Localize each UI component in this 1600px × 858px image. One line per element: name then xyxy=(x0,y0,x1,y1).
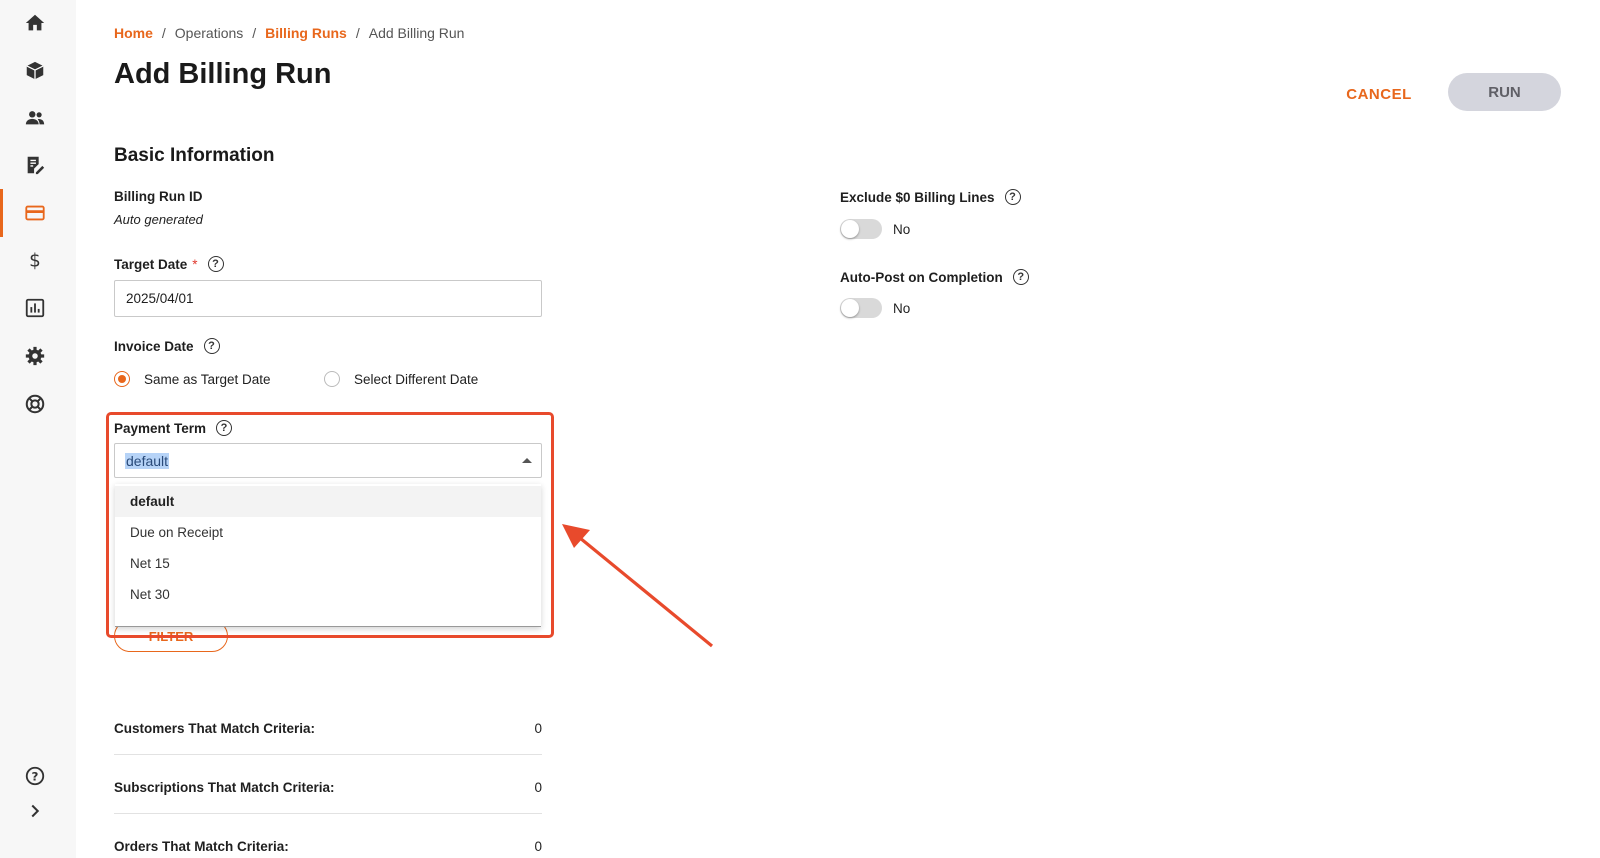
sidebar-item-expand[interactable] xyxy=(0,791,70,831)
stat-label: Subscriptions That Match Criteria: xyxy=(114,779,335,795)
divider xyxy=(114,754,542,755)
breadcrumb-operations: Operations xyxy=(174,25,244,41)
target-date-label: Target Date * ? xyxy=(114,256,224,272)
help-icon[interactable]: ? xyxy=(1004,189,1021,205)
auto-post-label-text: Auto-Post on Completion xyxy=(840,269,1003,285)
payment-term-label-text: Payment Term xyxy=(114,420,207,436)
run-button[interactable]: RUN xyxy=(1448,73,1561,111)
sidebar: $ ? xyxy=(0,0,76,858)
home-icon xyxy=(25,14,45,31)
cancel-button[interactable]: CANCEL xyxy=(1334,76,1424,112)
stat-row-orders: Orders That Match Criteria: 0 xyxy=(114,827,542,858)
stat-value: 0 xyxy=(534,779,542,795)
auto-post-label: Auto-Post on Completion ? xyxy=(840,269,1029,285)
sidebar-item-products[interactable] xyxy=(0,51,70,91)
divider xyxy=(114,813,542,814)
breadcrumb-billing-runs[interactable]: Billing Runs xyxy=(265,25,347,41)
invoice-date-label-text: Invoice Date xyxy=(114,338,194,354)
radio-select-different-date[interactable]: Select Different Date xyxy=(324,371,478,387)
exclude-zero-billing-lines-label: Exclude $0 Billing Lines ? xyxy=(840,189,1021,205)
billing-run-id-label: Billing Run ID xyxy=(114,189,203,204)
sidebar-item-settings[interactable] xyxy=(0,336,70,376)
lifebuoy-icon xyxy=(25,394,45,414)
caret-up-icon xyxy=(522,458,532,463)
payment-term-selected-value: default xyxy=(125,452,170,469)
svg-text:$: $ xyxy=(29,250,41,271)
radio-same-as-target-date[interactable]: Same as Target Date xyxy=(114,371,271,387)
breadcrumb-separator: / xyxy=(355,25,360,41)
billing-run-id-label-text: Billing Run ID xyxy=(114,189,203,204)
dropdown-option[interactable]: Due on Receipt xyxy=(115,517,541,548)
invoice-date-label: Invoice Date ? xyxy=(114,338,220,354)
section-title-basic-information: Basic Information xyxy=(114,145,275,166)
annotation-arrow-icon xyxy=(562,524,714,648)
breadcrumb-separator: / xyxy=(252,25,257,41)
help-icon[interactable]: ? xyxy=(207,256,224,272)
breadcrumb-current: Add Billing Run xyxy=(368,25,465,41)
radio-label: Select Different Date xyxy=(354,371,479,387)
dropdown-option[interactable]: default xyxy=(115,486,541,517)
radio-selected-icon[interactable] xyxy=(114,371,130,387)
sidebar-item-billing[interactable] xyxy=(0,189,70,237)
bar-chart-icon xyxy=(25,298,45,318)
cube-icon xyxy=(26,61,44,80)
sidebar-item-home[interactable] xyxy=(0,3,70,43)
chevron-right-icon xyxy=(31,804,40,818)
stat-row-customers: Customers That Match Criteria: 0 xyxy=(114,709,542,747)
target-date-input[interactable]: 2025/04/01 xyxy=(114,280,542,317)
exclude-zero-toggle-value: No xyxy=(893,222,911,237)
dropdown-option[interactable]: Net 30 xyxy=(115,579,541,610)
payment-term-dropdown: default Due on Receipt Net 15 Net 30 xyxy=(115,484,541,627)
dollar-icon: $ xyxy=(29,250,41,271)
sidebar-item-help[interactable]: ? xyxy=(0,756,70,796)
gear-icon xyxy=(25,346,45,366)
users-icon xyxy=(25,111,45,125)
page-title: Add Billing Run xyxy=(114,58,332,90)
billing-run-id-value: Auto generated xyxy=(114,212,203,227)
radio-unselected-icon[interactable] xyxy=(324,371,340,387)
help-icon[interactable]: ? xyxy=(1012,269,1029,285)
stat-value: 0 xyxy=(534,720,542,736)
breadcrumb-separator: / xyxy=(161,25,166,41)
auto-post-toggle[interactable] xyxy=(840,298,882,318)
sidebar-item-reports[interactable] xyxy=(0,288,70,328)
stat-row-subscriptions: Subscriptions That Match Criteria: 0 xyxy=(114,768,542,806)
sidebar-item-support[interactable] xyxy=(0,384,70,424)
stat-label: Customers That Match Criteria: xyxy=(114,720,316,736)
breadcrumb-home[interactable]: Home xyxy=(114,25,153,41)
exclude-zero-toggle[interactable] xyxy=(840,219,882,239)
sidebar-item-invoices[interactable] xyxy=(0,145,70,185)
breadcrumb: Home / Operations / Billing Runs / Add B… xyxy=(114,25,464,41)
radio-label: Same as Target Date xyxy=(144,371,271,387)
dropdown-option[interactable]: Net 15 xyxy=(115,548,541,579)
stat-label: Orders That Match Criteria: xyxy=(114,838,289,854)
payment-term-label: Payment Term ? xyxy=(114,420,233,436)
sidebar-item-payments[interactable]: $ xyxy=(0,240,70,280)
help-icon: ? xyxy=(25,766,45,786)
credit-card-icon xyxy=(25,205,45,221)
stat-value: 0 xyxy=(534,838,542,854)
payment-term-select[interactable]: default xyxy=(114,443,542,478)
auto-post-toggle-value: No xyxy=(893,301,911,316)
required-marker: * xyxy=(192,256,198,272)
svg-text:?: ? xyxy=(32,770,39,784)
target-date-label-text: Target Date xyxy=(114,256,188,272)
help-icon[interactable]: ? xyxy=(216,420,233,436)
exclude-zero-label-text: Exclude $0 Billing Lines xyxy=(840,189,995,205)
sidebar-item-customers[interactable] xyxy=(0,98,70,138)
help-icon[interactable]: ? xyxy=(203,338,220,354)
document-edit-icon xyxy=(27,156,45,175)
